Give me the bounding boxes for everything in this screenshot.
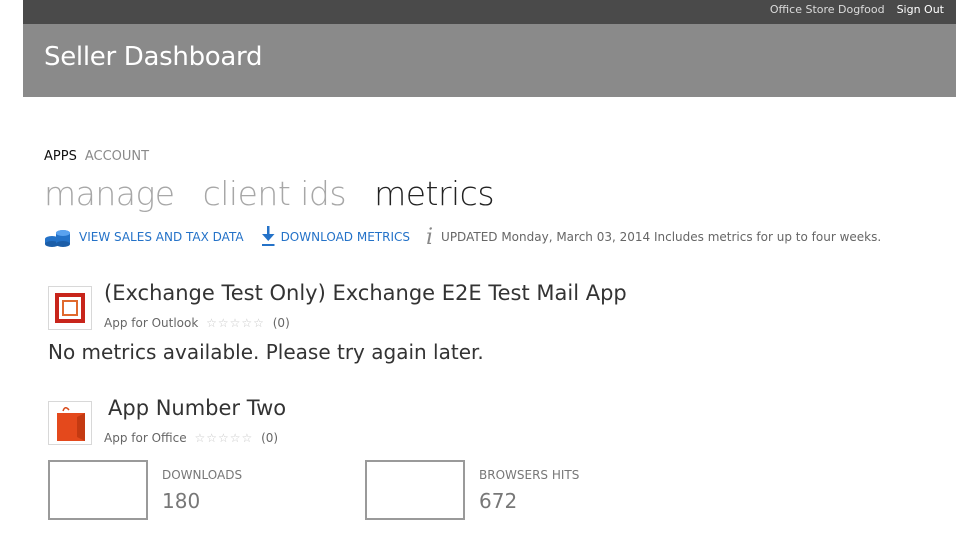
app-subtitle: App for Outlook ☆☆☆☆☆ (0) — [104, 316, 290, 330]
pivot-tabs: manage client ids metrics — [44, 174, 495, 213]
rating-stars-icon: ☆☆☆☆☆ — [194, 431, 254, 445]
page-header: Seller Dashboard — [23, 24, 956, 97]
top-bar: Office Store Dogfood Sign Out — [23, 0, 956, 24]
nav-account[interactable]: ACCOUNT — [85, 149, 149, 164]
nav-apps[interactable]: APPS — [44, 149, 77, 164]
rating-count: (0) — [272, 316, 290, 330]
browser-hits-label: BROWSERS HITS — [479, 468, 580, 482]
tab-client-ids[interactable]: client ids — [203, 174, 347, 213]
rating-stars-icon: ☆☆☆☆☆ — [206, 316, 265, 330]
downloads-value: 180 — [162, 489, 201, 513]
app-title[interactable]: (Exchange Test Only) Exchange E2E Test M… — [104, 281, 627, 305]
outlook-app-icon[interactable] — [48, 286, 92, 330]
browser-hits-chart-box — [365, 460, 465, 520]
top-bar-links: Office Store Dogfood Sign Out — [770, 3, 944, 16]
app-subtitle: App for Office ☆☆☆☆☆ (0) — [104, 431, 278, 445]
downloads-chart-box — [48, 460, 148, 520]
office-app-icon[interactable] — [48, 401, 92, 445]
rating-count: (0) — [261, 431, 279, 445]
app-type: App for Office — [104, 431, 187, 445]
no-metrics-message: No metrics available. Please try again l… — [48, 340, 484, 364]
info-icon: i — [425, 224, 434, 250]
sign-out-link[interactable]: Sign Out — [897, 3, 944, 16]
updated-note: UPDATED Monday, March 03, 2014 Includes … — [441, 230, 882, 244]
tab-metrics[interactable]: metrics — [374, 174, 494, 213]
tab-manage[interactable]: manage — [44, 174, 175, 213]
coins-stack-icon — [44, 225, 74, 250]
app-title[interactable]: App Number Two — [108, 396, 286, 420]
browser-hits-value: 672 — [479, 489, 518, 513]
section-nav: APPS ACCOUNT — [44, 149, 149, 164]
downloads-label: DOWNLOADS — [162, 468, 243, 482]
download-metrics-link[interactable]: DOWNLOAD METRICS — [281, 230, 410, 244]
app-type: App for Outlook — [104, 316, 199, 330]
view-sales-link[interactable]: VIEW SALES AND TAX DATA — [79, 230, 244, 244]
metrics-actions: VIEW SALES AND TAX DATA DOWNLOAD METRICS… — [44, 224, 882, 250]
store-link[interactable]: Office Store Dogfood — [770, 3, 885, 16]
page-title: Seller Dashboard — [44, 42, 263, 72]
download-arrow-icon — [260, 225, 276, 250]
